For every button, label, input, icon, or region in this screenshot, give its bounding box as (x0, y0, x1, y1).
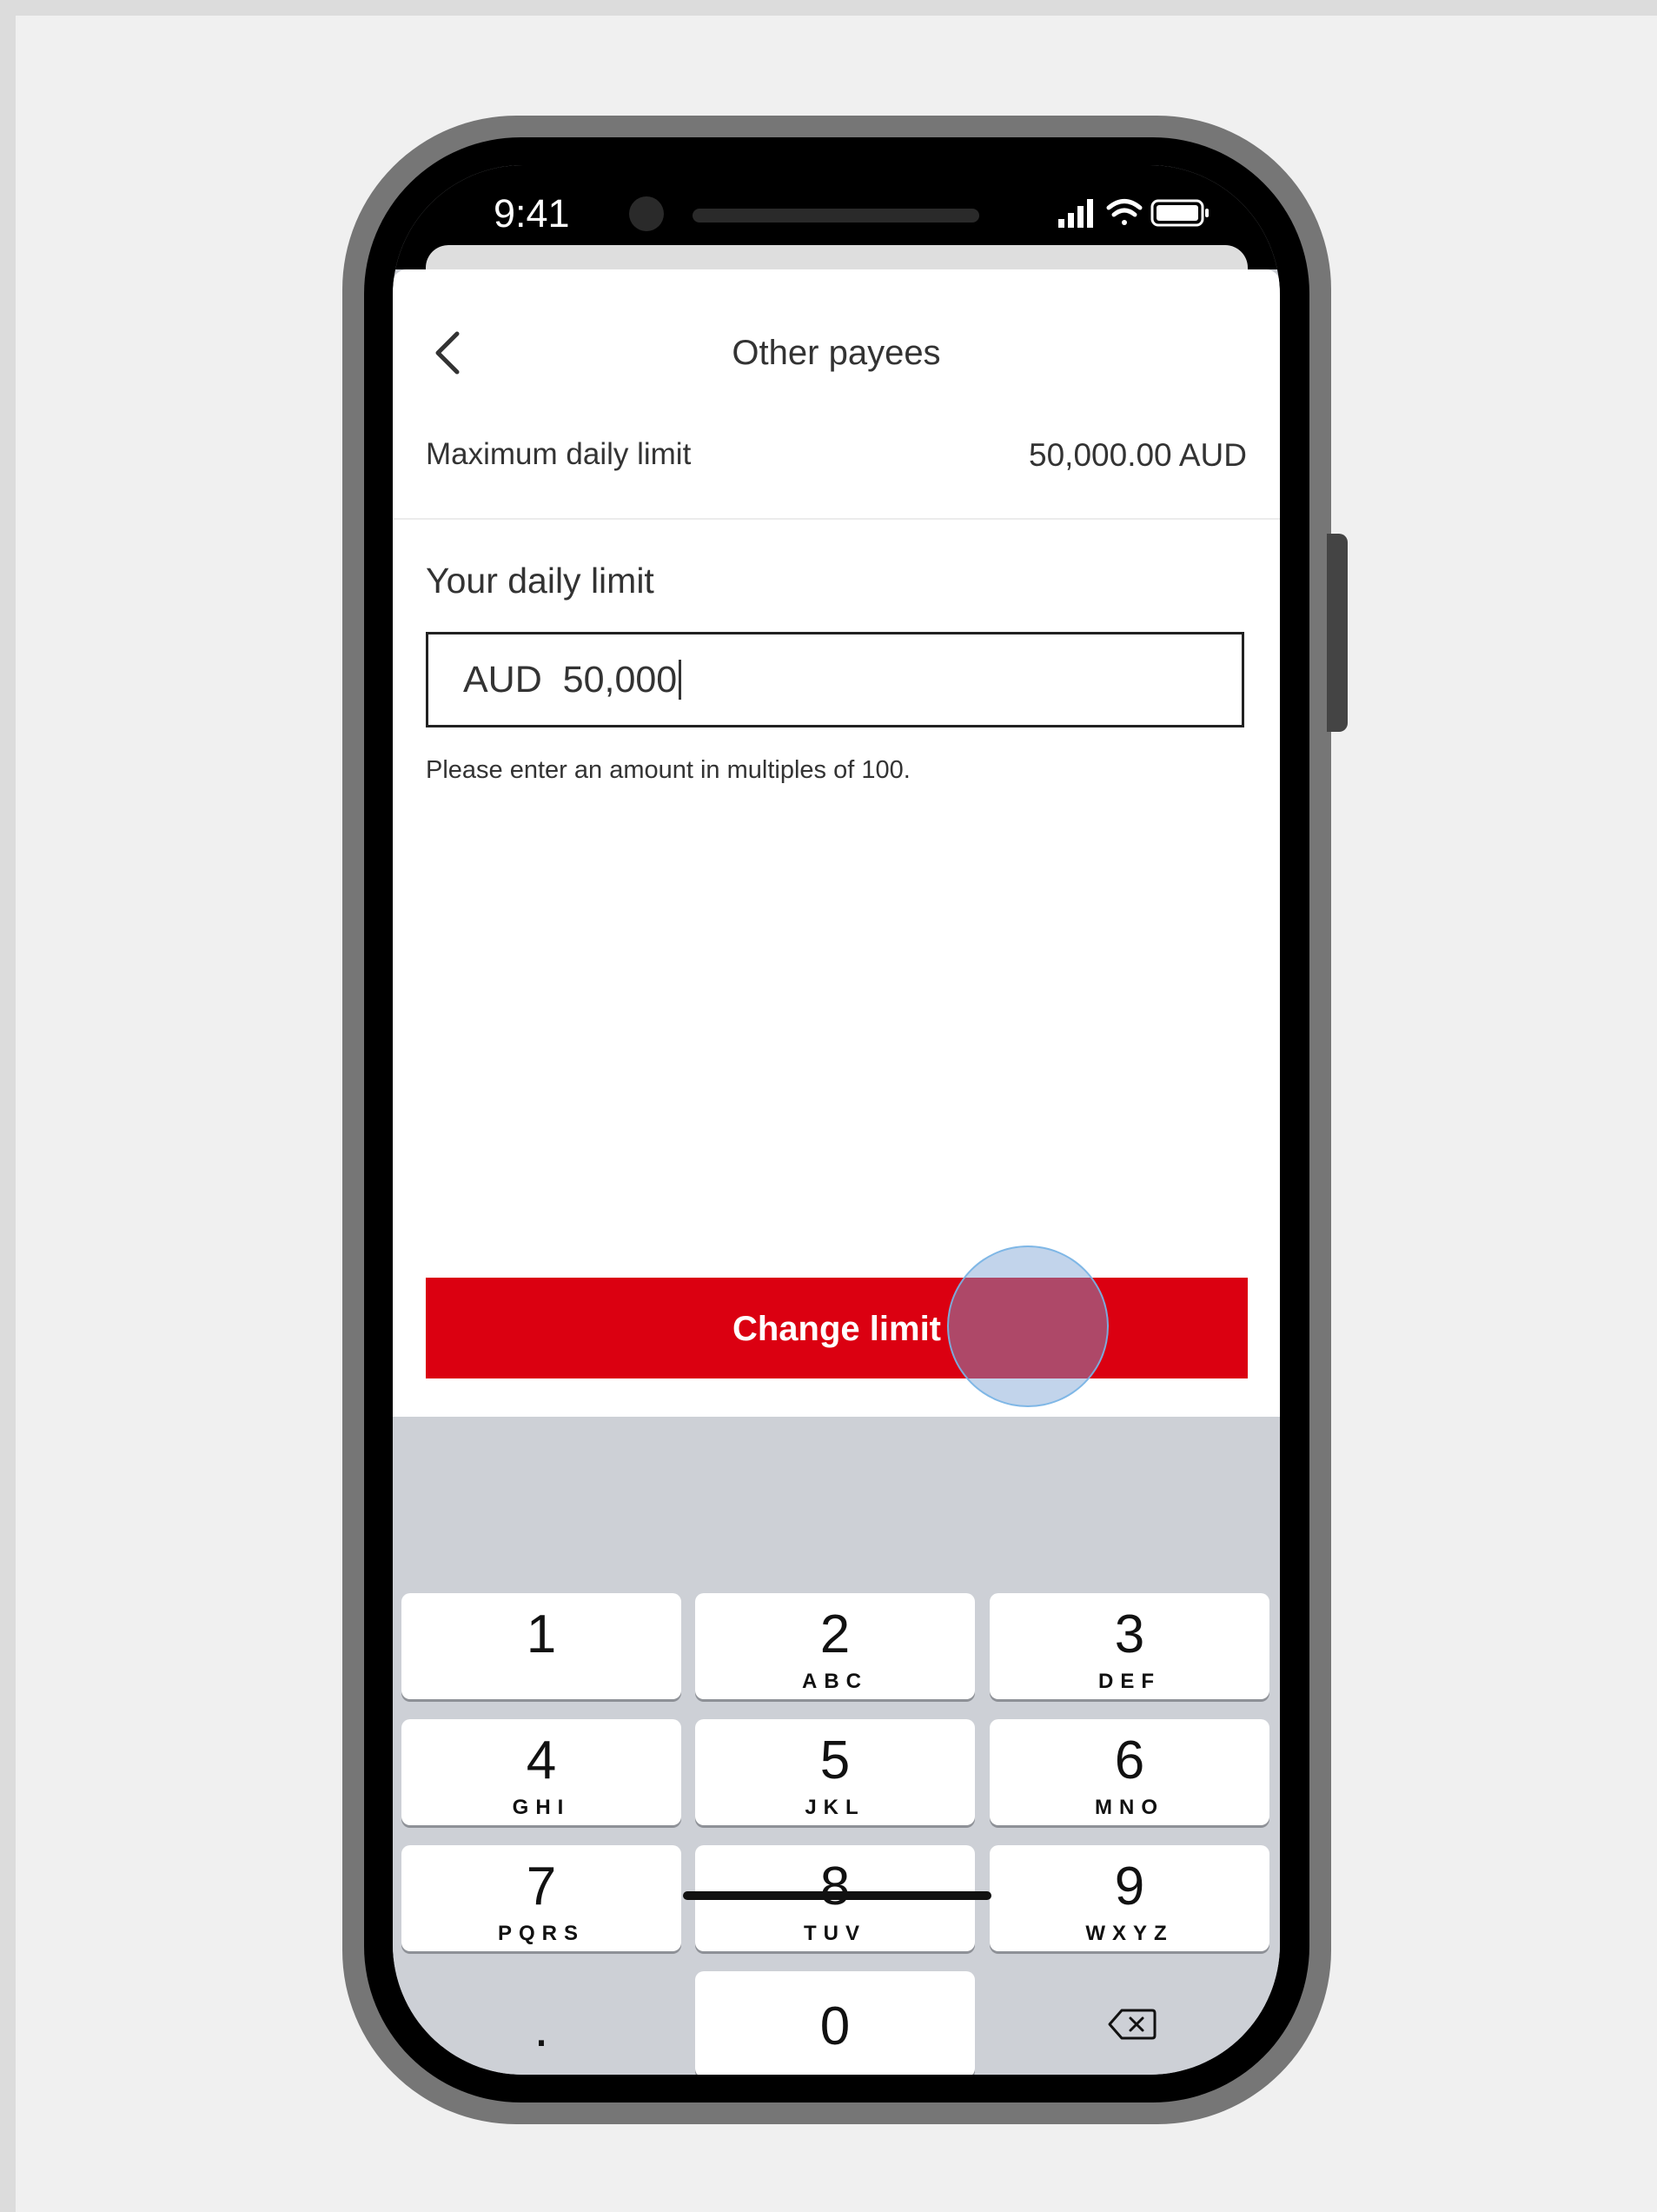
backspace-icon (1108, 2009, 1157, 2040)
key-1[interactable]: 1 (401, 1593, 681, 1699)
limit-sheet: Other payees Maximum daily limit 50,000.… (393, 269, 1280, 1417)
key-number: 9 (1114, 1857, 1145, 1916)
maximum-limit-label: Maximum daily limit (426, 437, 692, 471)
speaker-grille (693, 209, 979, 223)
key-decimal[interactable]: . (401, 1971, 681, 2075)
key-decimal-symbol: . (534, 1998, 549, 2058)
change-limit-button[interactable]: Change limit (426, 1278, 1248, 1378)
key-number: 1 (526, 1604, 557, 1664)
key-letters: TUV (804, 1922, 866, 1945)
key-6[interactable]: 6 MNO (990, 1719, 1269, 1825)
tap-indicator (947, 1245, 1109, 1407)
key-2[interactable]: 2 ABC (695, 1593, 975, 1699)
key-number: 3 (1114, 1604, 1145, 1664)
key-number: 8 (819, 1857, 851, 1916)
key-number: 0 (819, 1996, 851, 2056)
key-number: 2 (819, 1604, 851, 1664)
amount-hint: Please enter an amount in multiples of 1… (426, 756, 911, 784)
home-indicator (683, 1891, 991, 1900)
daily-limit-label: Your daily limit (426, 561, 654, 601)
daily-limit-input-value: AUD 50,000 (463, 659, 678, 701)
key-number: 4 (526, 1730, 557, 1790)
battery-icon (1150, 199, 1209, 227)
phone-screen: 9:41 Other payees Maximum daily limit 50… (393, 165, 1280, 2075)
text-cursor (679, 659, 682, 700)
key-number: 5 (819, 1730, 851, 1790)
key-letters: DEF (1098, 1670, 1161, 1693)
key-4[interactable]: 4 GHI (401, 1719, 681, 1825)
status-time: 9:41 (494, 191, 570, 236)
signal-icon (1058, 199, 1093, 228)
key-number: 6 (1114, 1730, 1145, 1790)
numeric-keypad: 1 2 ABC 3 DEF 4 GHI 5 JKL 6 MNO 7 PQRS 8… (393, 1417, 1280, 2075)
camera-icon (629, 196, 664, 231)
key-7[interactable]: 7 PQRS (401, 1845, 681, 1951)
key-delete[interactable] (990, 1971, 1269, 2075)
daily-limit-input[interactable]: AUD 50,000 (426, 632, 1244, 727)
key-letters: WXYZ (1085, 1922, 1174, 1945)
key-3[interactable]: 3 DEF (990, 1593, 1269, 1699)
maximum-limit-row: Maximum daily limit 50,000.00 AUD (426, 437, 1247, 486)
key-9[interactable]: 9 WXYZ (990, 1845, 1269, 1951)
key-letters: ABC (802, 1670, 868, 1693)
key-letters: PQRS (497, 1922, 585, 1945)
wifi-icon (1106, 199, 1143, 225)
key-5[interactable]: 5 JKL (695, 1719, 975, 1825)
key-0[interactable]: 0 (695, 1971, 975, 2075)
key-number: 7 (526, 1857, 557, 1916)
divider (393, 518, 1280, 520)
key-letters: GHI (512, 1796, 571, 1819)
phone-side-button (1327, 534, 1348, 732)
maximum-limit-value: 50,000.00 AUD (1029, 437, 1247, 473)
page-title: Other payees (732, 334, 941, 372)
key-letters: MNO (1095, 1796, 1164, 1819)
key-letters: JKL (805, 1796, 865, 1819)
status-icons (1058, 199, 1209, 228)
